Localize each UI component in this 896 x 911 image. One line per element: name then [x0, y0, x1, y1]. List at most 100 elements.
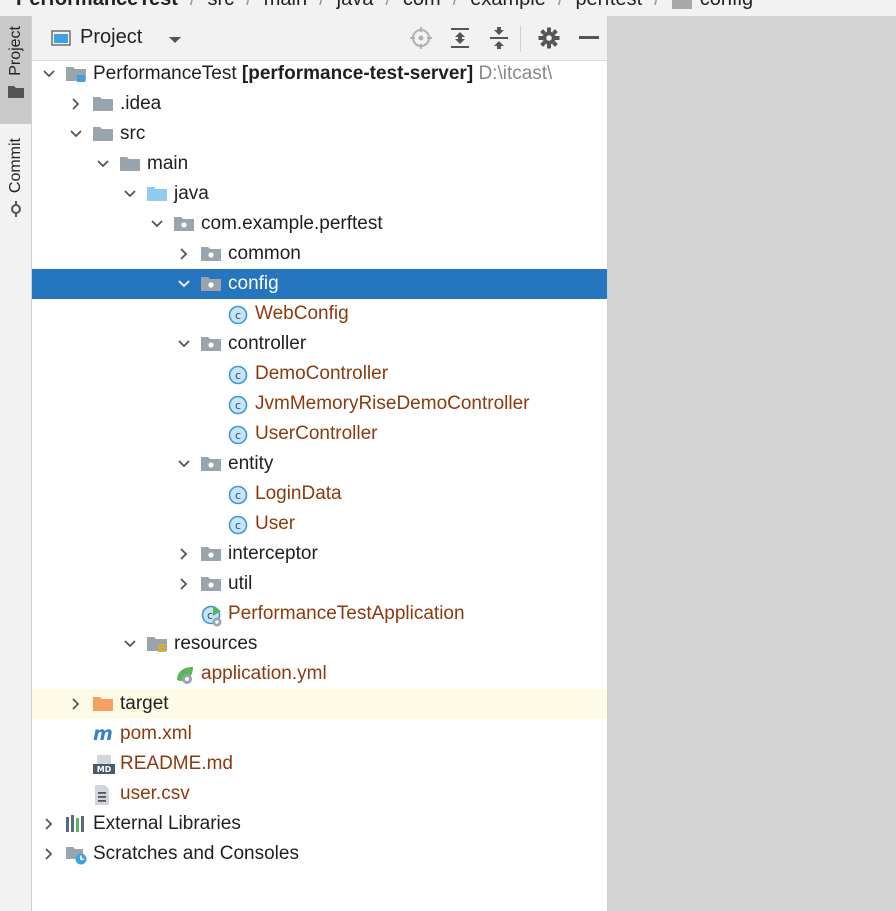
tree-item-name: resources [174, 633, 258, 654]
breadcrumb-item[interactable]: src [207, 0, 234, 11]
tree-row[interactable]: c PerformanceTestApplication [32, 599, 607, 629]
tree-row[interactable]: target [32, 689, 607, 719]
breadcrumb-separator: / [319, 0, 325, 11]
tree-item-label: config [228, 273, 279, 295]
tree-row[interactable]: c JvmMemoryRiseDemoController [32, 389, 607, 419]
breadcrumb-item[interactable]: config [700, 0, 753, 11]
project-view-selector[interactable]: Project [80, 26, 142, 49]
commit-icon [8, 201, 24, 222]
breadcrumb-item[interactable]: example [470, 0, 546, 11]
chevron-down-icon[interactable] [123, 637, 137, 651]
tree-item-name: PerformanceTestApplication [228, 603, 465, 624]
tree-row[interactable]: Scratches and Consoles [32, 839, 607, 869]
tree-row[interactable]: main [32, 149, 607, 179]
package-icon [201, 575, 221, 593]
chevron-right-icon[interactable] [69, 97, 83, 111]
chevron-down-icon[interactable] [69, 127, 83, 141]
tree-item-label: java [174, 183, 209, 205]
tree-row[interactable]: External Libraries [32, 809, 607, 839]
chevron-right-icon[interactable] [177, 547, 191, 561]
tree-row[interactable]: java [32, 179, 607, 209]
tree-item-name: DemoController [255, 363, 389, 384]
tree-row[interactable]: c WebConfig [32, 299, 607, 329]
breadcrumb-separator: / [385, 0, 391, 11]
chevron-right-icon[interactable] [69, 697, 83, 711]
chevron-right-icon[interactable] [42, 817, 56, 831]
locate-icon[interactable] [409, 26, 433, 50]
svg-text:MD: MD [97, 765, 112, 774]
breadcrumb-separator: / [190, 0, 196, 11]
chevron-down-icon[interactable] [177, 457, 191, 471]
tree-row[interactable]: com.example.perftest [32, 209, 607, 239]
tree-item-label: WebConfig [255, 303, 349, 325]
tree-item-name: LoginData [255, 483, 342, 504]
module-folder-icon [66, 65, 86, 83]
chevron-down-icon[interactable] [96, 157, 110, 171]
tree-item-name: WebConfig [255, 303, 349, 324]
breadcrumb-item[interactable]: PerformanceTest [16, 0, 178, 11]
tree-item-label: target [120, 693, 169, 715]
minimize-icon[interactable] [577, 26, 601, 50]
tree-item-name: com.example.perftest [201, 213, 383, 234]
tree-row[interactable]: c UserController [32, 419, 607, 449]
project-panel-header: Project [32, 16, 607, 61]
tree-row[interactable]: controller [32, 329, 607, 359]
class-icon: c [228, 395, 248, 415]
text-file-icon [93, 785, 111, 805]
tree-row[interactable]: m pom.xml [32, 719, 607, 749]
class-icon: c [228, 425, 248, 445]
tree-row[interactable]: .idea [32, 89, 607, 119]
chevron-down-icon[interactable] [150, 217, 164, 231]
breadcrumb-separator: / [246, 0, 252, 11]
class-icon: c [228, 305, 248, 325]
svg-text:c: c [235, 519, 241, 532]
tree-row[interactable]: config [32, 269, 607, 299]
chevron-down-icon[interactable] [123, 187, 137, 201]
tree-row[interactable]: interceptor [32, 539, 607, 569]
chevron-right-icon[interactable] [177, 247, 191, 261]
breadcrumb: PerformanceTest / src / main / java / com / exampl… [0, 0, 896, 16]
chevron-right-icon[interactable] [177, 577, 191, 591]
tree-row[interactable]: c DemoController [32, 359, 607, 389]
tree-row[interactable]: src [32, 119, 607, 149]
breadcrumb-item[interactable]: main [264, 0, 307, 11]
tool-tab-project[interactable]: Project [0, 16, 31, 124]
package-icon [201, 455, 221, 473]
collapse-all-icon[interactable] [487, 26, 511, 50]
tree-item-name: entity [228, 453, 274, 474]
breadcrumb-separator: / [453, 0, 459, 11]
tree-row[interactable]: util [32, 569, 607, 599]
tree-item-label: User [255, 513, 295, 535]
tree-item-name: .idea [120, 93, 162, 114]
tree-row[interactable]: common [32, 239, 607, 269]
chevron-right-icon[interactable] [42, 847, 56, 861]
header-separator [520, 26, 521, 52]
chevron-down-icon[interactable] [177, 337, 191, 351]
tree-item-label: entity [228, 453, 273, 475]
tool-tab-commit[interactable]: Commit [0, 138, 31, 238]
tree-row[interactable]: c LoginData [32, 479, 607, 509]
resources-folder-icon [147, 635, 167, 653]
tree-row[interactable]: entity [32, 449, 607, 479]
breadcrumb-item[interactable]: java [337, 0, 374, 11]
chevron-down-icon[interactable] [168, 32, 182, 50]
breadcrumb-item[interactable]: com [403, 0, 441, 11]
tree-row[interactable]: PerformanceTest [performance-test-server… [32, 59, 607, 89]
tree-item-name: user.csv [120, 783, 190, 804]
expand-all-icon[interactable] [448, 26, 472, 50]
gear-icon[interactable] [537, 26, 561, 50]
tree-item-label: common [228, 243, 301, 265]
tree-row[interactable]: resources [32, 629, 607, 659]
tree-row[interactable]: user.csv [32, 779, 607, 809]
folder-icon [671, 0, 692, 9]
tree-item-label: External Libraries [93, 813, 241, 835]
tree-row[interactable]: MD README.md [32, 749, 607, 779]
chevron-down-icon[interactable] [42, 67, 56, 81]
tree-item-name: config [228, 273, 279, 294]
breadcrumb-item[interactable]: perftest [575, 0, 642, 11]
tree-row[interactable]: c User [32, 509, 607, 539]
tree-row[interactable]: application.yml [32, 659, 607, 689]
chevron-down-icon[interactable] [177, 277, 191, 291]
tree-item-label: UserController [255, 423, 377, 445]
tree-item-name: PerformanceTest [93, 63, 237, 84]
